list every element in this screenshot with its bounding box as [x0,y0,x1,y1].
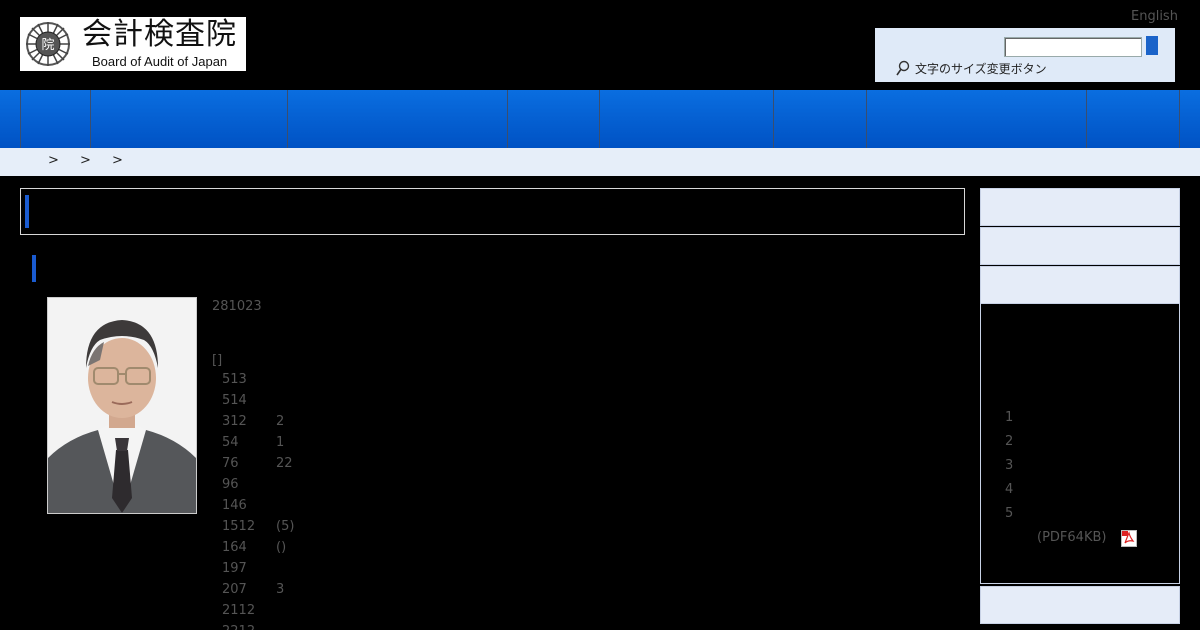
sidebar-tab[interactable] [980,227,1180,265]
emblem-glyph: 院 [41,38,54,53]
font-size-label: 文字のサイズ変更ボタン [915,62,1047,76]
list-item-date: 2212 [222,624,255,630]
nav-item[interactable] [1087,90,1179,148]
career-list: 513 514 312 2 54 1 76 22 96 146 1512 (5)… [222,372,422,630]
sidebar-link-number[interactable]: 3 [1005,458,1013,474]
nav-item[interactable] [600,90,773,148]
list-item-date: 76 [222,456,239,471]
logo-subtitle: Board of Audit of Japan [92,54,228,69]
sidebar-tab[interactable] [980,586,1180,624]
list-item-date: 312 [222,414,247,429]
breadcrumb-separator: > [80,153,91,168]
nav-item[interactable] [1180,90,1200,148]
sidebar-panel: 1 2 3 4 5 (PDF64KB) [980,303,1180,584]
sidebar-link-number[interactable]: 5 [1005,506,1013,522]
portrait-photo [47,297,197,514]
list-item-date: 514 [222,393,247,408]
list-item-date: 513 [222,372,247,387]
list-item-detail: 22 [276,456,293,471]
magnifier-icon [896,60,910,76]
page-title-box [20,188,965,235]
list-item-date: 2112 [222,603,256,618]
nav-item[interactable] [288,90,507,148]
emblem-icon: 院 [26,22,70,66]
search-button[interactable] [1146,36,1158,55]
global-nav [0,90,1200,148]
sidebar-link-number[interactable]: 4 [1005,482,1013,498]
date-text: 281023 [212,299,262,314]
pdf-link-label[interactable]: (PDF64KB) [1037,530,1106,546]
list-item-date: 207 [222,582,247,597]
list-item-detail: 3 [276,582,285,597]
search-input[interactable] [1004,37,1142,57]
sidebar-link-number[interactable]: 1 [1005,410,1013,426]
nav-item[interactable] [91,90,287,148]
list-item-date: 54 [222,435,239,450]
list-item-date: 96 [222,477,239,492]
header-tools: 文字のサイズ変更ボタン [875,28,1175,82]
breadcrumb-separator: > [112,153,123,168]
pdf-icon[interactable] [1121,530,1137,547]
list-item-date: 197 [222,561,247,576]
list-item-date: 164 [222,540,247,555]
logo-title: 会計検査院 [82,17,237,52]
nav-item[interactable] [867,90,1086,148]
subheading-accent-bar [32,255,36,282]
list-item-detail: (5) [276,519,295,534]
sidebar-tab[interactable] [980,266,1180,304]
sidebar-tab[interactable] [980,188,1180,226]
breadcrumb-separator: > [48,153,59,168]
list-item-detail: 1 [276,435,285,450]
sidebar-link-number[interactable]: 2 [1005,434,1013,450]
nav-item[interactable] [774,90,866,148]
list-item-detail: 2 [276,414,285,429]
list-item-date: 146 [222,498,247,513]
bracket-text: [] [212,353,223,368]
site-logo[interactable]: 院 会計検査院 Board of Audit of Japan [20,17,246,71]
list-item-detail: () [276,540,287,555]
english-link[interactable]: English [1131,9,1178,25]
list-item-date: 1512 [222,519,256,534]
breadcrumb: > > > [0,148,1200,176]
nav-item[interactable] [21,90,90,148]
title-accent-bar [25,195,29,228]
nav-item[interactable] [508,90,599,148]
